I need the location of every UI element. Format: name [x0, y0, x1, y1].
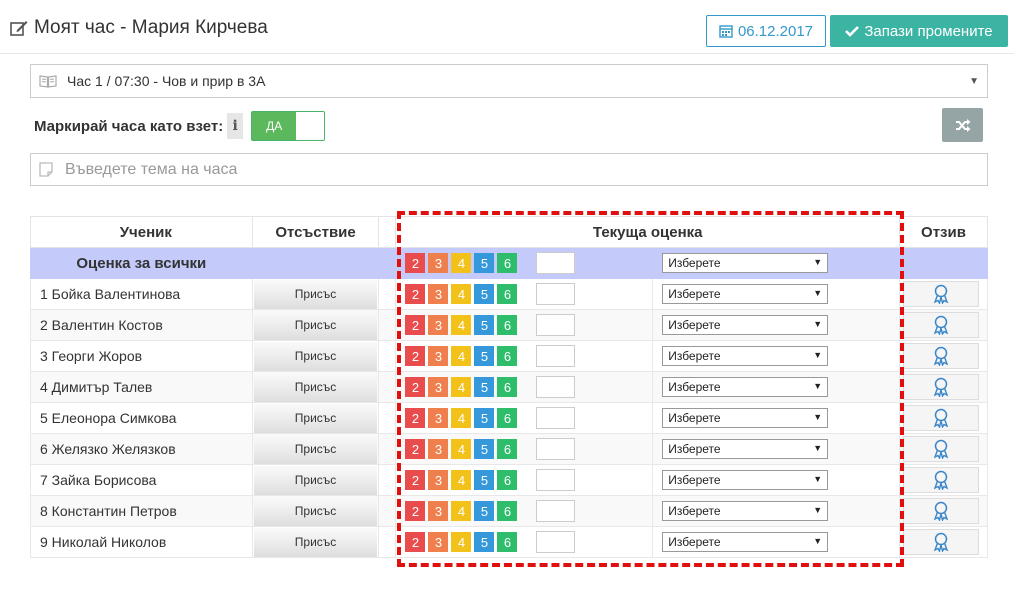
- absence-cell: Присъс: [251, 340, 380, 372]
- spacer-cell: [378, 526, 397, 558]
- award-icon: [933, 532, 949, 552]
- student-name: 3 Георги Жоров: [30, 340, 253, 372]
- topic-input[interactable]: Въведете тема на часа: [30, 153, 988, 186]
- absence-cell: Присъс: [251, 309, 380, 341]
- award-icon: [933, 439, 949, 459]
- spacer-cell: [378, 464, 397, 496]
- column-header-student: Ученик: [30, 216, 253, 248]
- date-label: 06.12.2017: [737, 22, 814, 40]
- spacer-cell: [378, 309, 397, 341]
- feedback-button[interactable]: [902, 374, 979, 400]
- absence-cell: [251, 247, 380, 279]
- feedback-cell: [898, 495, 989, 527]
- award-icon: [933, 346, 949, 366]
- spacer-cell: [378, 433, 397, 465]
- spacer-cell: [378, 402, 397, 434]
- student-name: 5 Елеонора Симкова: [30, 402, 253, 434]
- feedback-button[interactable]: [902, 343, 979, 369]
- spacer-cell: [378, 340, 397, 372]
- feedback-button[interactable]: [902, 436, 979, 462]
- absence-cell: Присъс: [251, 526, 380, 558]
- lesson-select[interactable]: Час 1 / 07:30 - Чов и прир в 3А ▼: [30, 64, 988, 98]
- absence-button[interactable]: Присъс: [253, 527, 378, 557]
- absence-cell: Присъс: [251, 402, 380, 434]
- edit-icon: [10, 21, 28, 36]
- save-button[interactable]: Запази промените: [830, 15, 1008, 47]
- calendar-icon: [719, 25, 733, 38]
- feedback-cell: [898, 526, 989, 558]
- student-name: 4 Димитър Талев: [30, 371, 253, 403]
- info-icon[interactable]: i: [227, 113, 244, 139]
- spacer-cell: [378, 495, 397, 527]
- column-header-feedback: Отзив: [898, 216, 989, 248]
- book-icon: [39, 75, 57, 88]
- feedback-button[interactable]: [902, 498, 979, 524]
- absence-cell: Присъс: [251, 464, 380, 496]
- student-name: 6 Желязко Желязков: [30, 433, 253, 465]
- column-spacer: [378, 216, 397, 248]
- absence-button[interactable]: Присъс: [253, 403, 378, 433]
- highlight-frame: [397, 211, 904, 567]
- feedback-button[interactable]: [902, 467, 979, 493]
- feedback-cell: [898, 278, 989, 310]
- feedback-cell: [898, 464, 989, 496]
- feedback-cell: [898, 371, 989, 403]
- mark-taken-row: Маркирай часа като взет: i ДА: [34, 111, 326, 141]
- mark-taken-label: Маркирай часа като взет:: [34, 117, 224, 135]
- feedback-button[interactable]: [902, 529, 979, 555]
- absence-button[interactable]: Присъс: [253, 310, 378, 340]
- column-header-absence: Отсъствие: [251, 216, 380, 248]
- absence-button[interactable]: Присъс: [253, 279, 378, 309]
- award-icon: [933, 501, 949, 521]
- student-name: 8 Константин Петров: [30, 495, 253, 527]
- note-icon: [39, 162, 53, 177]
- page-title: Моят час - Мария Кирчева: [10, 17, 268, 39]
- absence-cell: Присъс: [251, 278, 380, 310]
- lesson-select-value: Час 1 / 07:30 - Чов и прир в 3А: [67, 73, 266, 89]
- topic-placeholder: Въведете тема на часа: [65, 160, 238, 178]
- student-name: 7 Зайка Борисова: [30, 464, 253, 496]
- absence-button[interactable]: Присъс: [253, 434, 378, 464]
- absence-cell: Присъс: [251, 433, 380, 465]
- absence-button[interactable]: Присъс: [253, 372, 378, 402]
- spacer-cell: [378, 278, 397, 310]
- feedback-cell: [898, 247, 989, 279]
- feedback-cell: [898, 402, 989, 434]
- award-icon: [933, 315, 949, 335]
- award-icon: [933, 470, 949, 490]
- absence-cell: Присъс: [251, 495, 380, 527]
- absence-button[interactable]: Присъс: [253, 341, 378, 371]
- save-label: Запази промените: [864, 22, 993, 40]
- shuffle-icon: [955, 118, 970, 132]
- shuffle-button[interactable]: [942, 108, 983, 142]
- toggle-on-label: ДА: [252, 112, 297, 140]
- spacer-cell: [378, 247, 397, 279]
- award-icon: [933, 377, 949, 397]
- student-name: 9 Николай Николов: [30, 526, 253, 558]
- check-icon: [845, 26, 860, 37]
- absence-button[interactable]: Присъс: [253, 465, 378, 495]
- chevron-down-icon: ▼: [969, 76, 979, 87]
- grade-all-label: Оценка за всички: [30, 247, 253, 279]
- mark-taken-toggle[interactable]: ДА: [251, 111, 326, 141]
- feedback-button[interactable]: [902, 405, 979, 431]
- feedback-button[interactable]: [902, 281, 979, 307]
- student-name: 1 Бойка Валентинова: [30, 278, 253, 310]
- feedback-cell: [898, 433, 989, 465]
- spacer-cell: [378, 371, 397, 403]
- feedback-button[interactable]: [902, 312, 979, 338]
- award-icon: [933, 284, 949, 304]
- feedback-cell: [898, 340, 989, 372]
- feedback-cell: [898, 309, 989, 341]
- student-name: 2 Валентин Костов: [30, 309, 253, 341]
- date-button[interactable]: 06.12.2017: [706, 15, 826, 47]
- page-header: Моят час - Мария Кирчева 06.12.2017 Запа…: [0, 0, 1014, 54]
- page-title-text: Моят час - Мария Кирчева: [34, 17, 268, 38]
- absence-cell: Присъс: [251, 371, 380, 403]
- absence-button[interactable]: Присъс: [253, 496, 378, 526]
- award-icon: [933, 408, 949, 428]
